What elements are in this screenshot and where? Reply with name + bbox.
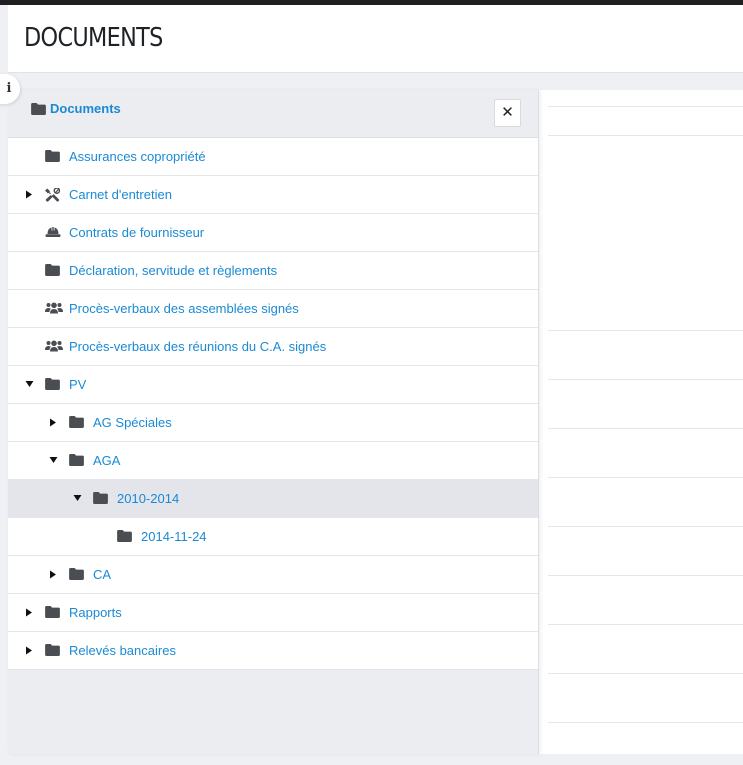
folder-tree-list: Assurances copropriété Carnet d'entretien… [8, 138, 538, 670]
tree-item-contrats-de-fournisseur[interactable]: Contrats de fournisseur [8, 214, 538, 252]
tree-item-2014-11-24[interactable]: 2014-11-24 [8, 518, 538, 556]
list-divider [548, 379, 743, 380]
tools-icon [45, 188, 61, 202]
tree-item-label[interactable]: Contrats de fournisseur [69, 225, 204, 240]
tree-item-assurances-copropriete[interactable]: Assurances copropriété [8, 138, 538, 176]
folder-icon [69, 568, 85, 581]
caret-down-icon[interactable] [48, 442, 60, 479]
list-divider [548, 722, 743, 723]
users-icon [45, 340, 63, 353]
tree-item-label[interactable]: 2010-2014 [117, 491, 179, 506]
tree-item-label[interactable]: CA [93, 567, 111, 582]
list-divider [548, 624, 743, 625]
tree-item-proces-verbaux-des-assemblees-signes[interactable]: Procès-verbaux des assemblées signés [8, 290, 538, 328]
caret-right-icon[interactable] [48, 556, 60, 593]
folder-icon [93, 492, 109, 505]
folder-icon [31, 102, 46, 115]
caret-right-icon[interactable] [24, 632, 36, 669]
list-divider [548, 575, 743, 576]
folder-icon [117, 530, 133, 543]
hard-hat-icon [45, 226, 61, 239]
folder-icon [45, 378, 61, 391]
tree-item-releves-bancaires[interactable]: Relevés bancaires [8, 632, 538, 670]
list-divider [548, 526, 743, 527]
tree-item-label[interactable]: Déclaration, servitude et règlements [69, 263, 277, 278]
tree-item-label[interactable]: Rapports [69, 605, 122, 620]
tree-item-ag-speciales[interactable]: AG Spéciales [8, 404, 538, 442]
list-divider [548, 330, 743, 331]
tree-item-proces-verbaux-des-reunions-du-c-a-signes[interactable]: Procès-verbaux des réunions du C.A. sign… [8, 328, 538, 366]
tree-item-label[interactable]: AGA [93, 453, 120, 468]
folder-tree-panel: Documents ✕ Assurances copropriété Carnet… [8, 90, 539, 754]
tree-item-label[interactable]: Carnet d'entretien [69, 187, 172, 202]
tree-item-2010-2014[interactable]: 2010-2014 [8, 480, 538, 518]
list-divider [548, 477, 743, 478]
tree-item-declaration-servitude-et-reglements[interactable]: Déclaration, servitude et règlements [8, 252, 538, 290]
folder-icon [45, 264, 61, 277]
folder-icon [45, 644, 61, 657]
tree-item-rapports[interactable]: Rapports [8, 594, 538, 632]
tree-item-label[interactable]: 2014-11-24 [141, 529, 207, 544]
tree-item-label[interactable]: PV [69, 377, 86, 392]
caret-down-icon[interactable] [24, 366, 36, 403]
list-divider [548, 673, 743, 674]
tree-item-pv[interactable]: PV [8, 366, 538, 404]
folder-icon [45, 150, 61, 163]
tree-item-label[interactable]: Relevés bancaires [69, 643, 176, 658]
close-button[interactable]: ✕ [494, 99, 521, 127]
tree-item-label[interactable]: Procès-verbaux des réunions du C.A. sign… [69, 339, 326, 354]
caret-down-icon[interactable] [72, 480, 84, 517]
list-divider [548, 135, 743, 136]
page-title: DOCUMENTS [24, 23, 163, 53]
caret-right-icon[interactable] [48, 404, 60, 441]
tree-item-label[interactable]: Assurances copropriété [69, 149, 206, 164]
page-header: DOCUMENTS [8, 5, 743, 73]
list-divider [548, 428, 743, 429]
caret-right-icon[interactable] [24, 594, 36, 631]
folder-icon [45, 606, 61, 619]
folder-icon [69, 416, 85, 429]
folder-icon [69, 454, 85, 467]
tree-header: Documents ✕ [8, 90, 538, 138]
tree-item-ca[interactable]: CA [8, 556, 538, 594]
tree-item-label[interactable]: AG Spéciales [93, 415, 172, 430]
caret-right-icon[interactable] [24, 176, 36, 213]
tree-item-carnet-d-entretien[interactable]: Carnet d'entretien [8, 176, 538, 214]
tree-item-label[interactable]: Procès-verbaux des assemblées signés [69, 301, 299, 316]
list-divider [548, 106, 743, 107]
tree-item-aga[interactable]: AGA [8, 442, 538, 480]
users-icon [45, 302, 63, 315]
tree-title[interactable]: Documents [50, 101, 121, 116]
